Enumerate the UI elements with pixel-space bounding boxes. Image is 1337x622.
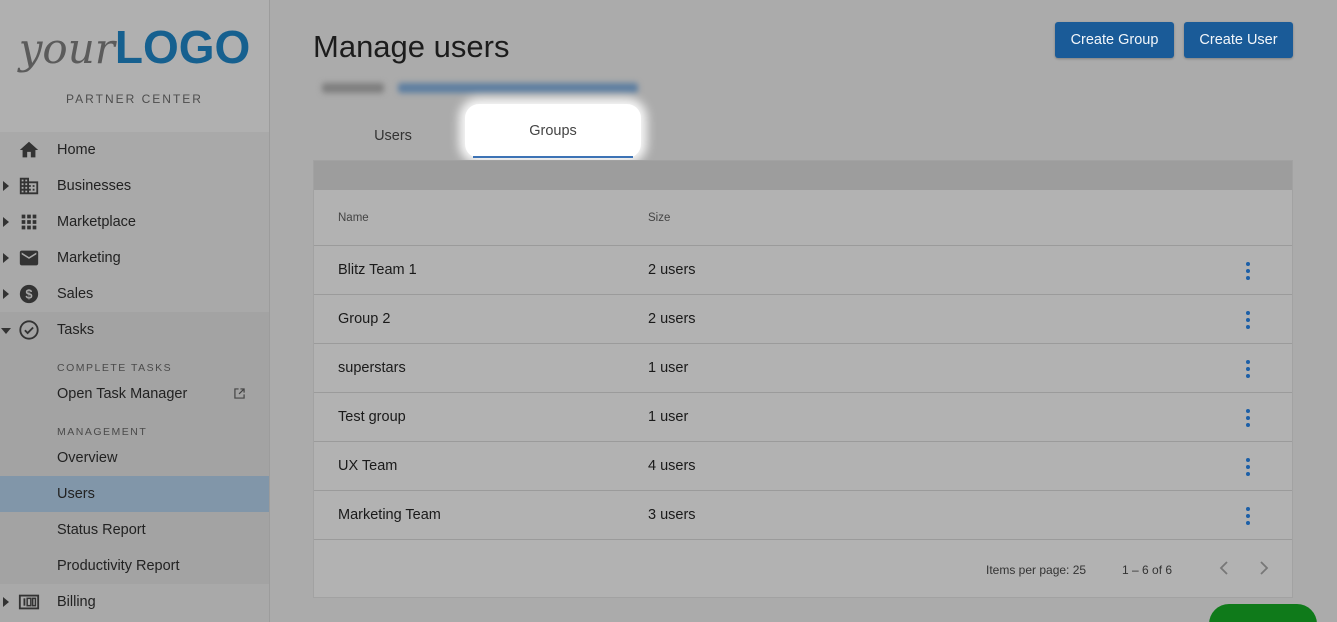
create-user-button[interactable]: Create User: [1184, 22, 1293, 58]
table-row[interactable]: Marketing Team 3 users: [314, 491, 1292, 540]
sidebar-item-label: Status Report: [57, 522, 146, 538]
table-header: Name Size: [314, 190, 1292, 246]
more-vert-icon[interactable]: [1244, 360, 1252, 378]
apps-grid-icon: [21, 214, 37, 230]
active-tab-indicator: [473, 156, 633, 158]
column-header-name[interactable]: Name: [338, 212, 369, 224]
more-vert-icon[interactable]: [1244, 311, 1252, 329]
sidebar-item-businesses[interactable]: Businesses: [0, 168, 269, 204]
logo[interactable]: yourLOGO: [0, 22, 269, 74]
expand-caret-icon[interactable]: [3, 217, 9, 227]
check-circle-icon: [19, 320, 39, 340]
sidebar: yourLOGO PARTNER CENTER Home Businesses …: [0, 0, 270, 622]
group-size: 2 users: [648, 262, 696, 278]
sidebar-item-label: Overview: [57, 450, 118, 466]
paginator: Items per page: 25 1 – 6 of 6: [314, 541, 1292, 597]
sidebar-item-open-task-manager[interactable]: Open Task Manager: [0, 376, 269, 412]
mail-icon: [19, 250, 39, 266]
group-size: 1 user: [648, 360, 689, 376]
dollar-icon: $: [19, 284, 39, 304]
chevron-right-icon[interactable]: [1257, 560, 1271, 576]
group-size: 1 user: [648, 409, 689, 425]
more-vert-icon[interactable]: [1244, 262, 1252, 280]
logo-your: your: [18, 24, 115, 73]
external-link-icon: [234, 388, 245, 399]
help-chat-button[interactable]: [1209, 604, 1317, 622]
sidebar-item-label: Marketing: [57, 250, 121, 266]
sidebar-item-home[interactable]: Home: [0, 132, 269, 168]
group-name[interactable]: Marketing Team: [338, 507, 441, 523]
group-name[interactable]: superstars: [338, 360, 406, 376]
group-name[interactable]: Test group: [338, 409, 406, 425]
sidebar-item-tasks[interactable]: Tasks: [0, 312, 269, 348]
column-header-size[interactable]: Size: [648, 212, 670, 224]
sidebar-item-marketplace[interactable]: Marketplace: [0, 204, 269, 240]
section-heading-complete-tasks: COMPLETE TASKS: [57, 362, 173, 374]
expand-caret-icon[interactable]: [3, 289, 9, 299]
table-row[interactable]: superstars 1 user: [314, 344, 1292, 393]
group-size: 4 users: [648, 458, 696, 474]
group-name[interactable]: Group 2: [338, 311, 390, 327]
sidebar-item-label: Productivity Report: [57, 558, 180, 574]
table-row[interactable]: UX Team 4 users: [314, 442, 1292, 491]
tab-groups[interactable]: Groups: [465, 104, 641, 158]
sidebar-item-label: Billing: [57, 594, 96, 610]
expand-caret-icon[interactable]: [3, 597, 9, 607]
home-icon: [19, 141, 39, 158]
more-vert-icon[interactable]: [1244, 507, 1252, 525]
sidebar-nav: Home Businesses Marketplace Marketing $ …: [0, 132, 269, 620]
sidebar-item-label: Users: [57, 486, 95, 502]
sidebar-item-label: Businesses: [57, 178, 132, 194]
section-heading-management: MANAGEMENT: [57, 426, 148, 438]
more-vert-icon[interactable]: [1244, 458, 1252, 476]
page-range: 1 – 6 of 6: [1122, 563, 1173, 577]
sidebar-item-marketing[interactable]: Marketing: [0, 240, 269, 276]
collapse-caret-icon[interactable]: [1, 328, 11, 334]
logo-mark: LOGO: [114, 21, 251, 73]
group-name[interactable]: UX Team: [338, 458, 397, 474]
building-icon: [19, 177, 39, 195]
group-size: 2 users: [648, 311, 696, 327]
sidebar-item-productivity-report[interactable]: Productivity Report: [0, 548, 269, 584]
create-group-button[interactable]: Create Group: [1055, 22, 1174, 58]
sidebar-item-label: Sales: [57, 286, 94, 302]
groups-table-card: Name Size Blitz Team 1 2 users Group 2 2…: [313, 160, 1293, 598]
chevron-left-icon[interactable]: [1217, 560, 1231, 576]
expand-caret-icon[interactable]: [3, 181, 9, 191]
sidebar-item-label: Home: [57, 142, 96, 158]
tasks-section: Tasks COMPLETE TASKS Open Task Manager M…: [0, 312, 269, 584]
sidebar-item-status-report[interactable]: Status Report: [0, 512, 269, 548]
sidebar-item-label: Marketplace: [57, 214, 136, 230]
svg-text:$: $: [25, 287, 32, 302]
tab-users[interactable]: Users: [313, 113, 473, 159]
blurred-subtitle: [318, 80, 643, 96]
sidebar-item-sales[interactable]: $ Sales: [0, 276, 269, 312]
group-size: 3 users: [648, 507, 696, 523]
items-per-page[interactable]: Items per page: 25: [986, 563, 1086, 577]
sidebar-item-label: Tasks: [57, 322, 95, 338]
table-toolbar: [314, 161, 1292, 190]
sidebar-item-overview[interactable]: Overview: [0, 440, 269, 476]
billing-icon: [18, 594, 40, 610]
logo-area: yourLOGO PARTNER CENTER: [0, 0, 269, 132]
sidebar-item-label: Open Task Manager: [57, 386, 188, 402]
table-row[interactable]: Blitz Team 1 2 users: [314, 246, 1292, 295]
partner-center-label: PARTNER CENTER: [66, 92, 203, 106]
more-vert-icon[interactable]: [1244, 409, 1252, 427]
group-name[interactable]: Blitz Team 1: [338, 262, 417, 278]
table-row[interactable]: Test group 1 user: [314, 393, 1292, 442]
table-row[interactable]: Group 2 2 users: [314, 295, 1292, 344]
sidebar-item-billing[interactable]: Billing: [0, 584, 269, 620]
expand-caret-icon[interactable]: [3, 253, 9, 263]
sidebar-item-users[interactable]: Users: [0, 476, 269, 512]
page-title: Manage users: [313, 29, 510, 64]
